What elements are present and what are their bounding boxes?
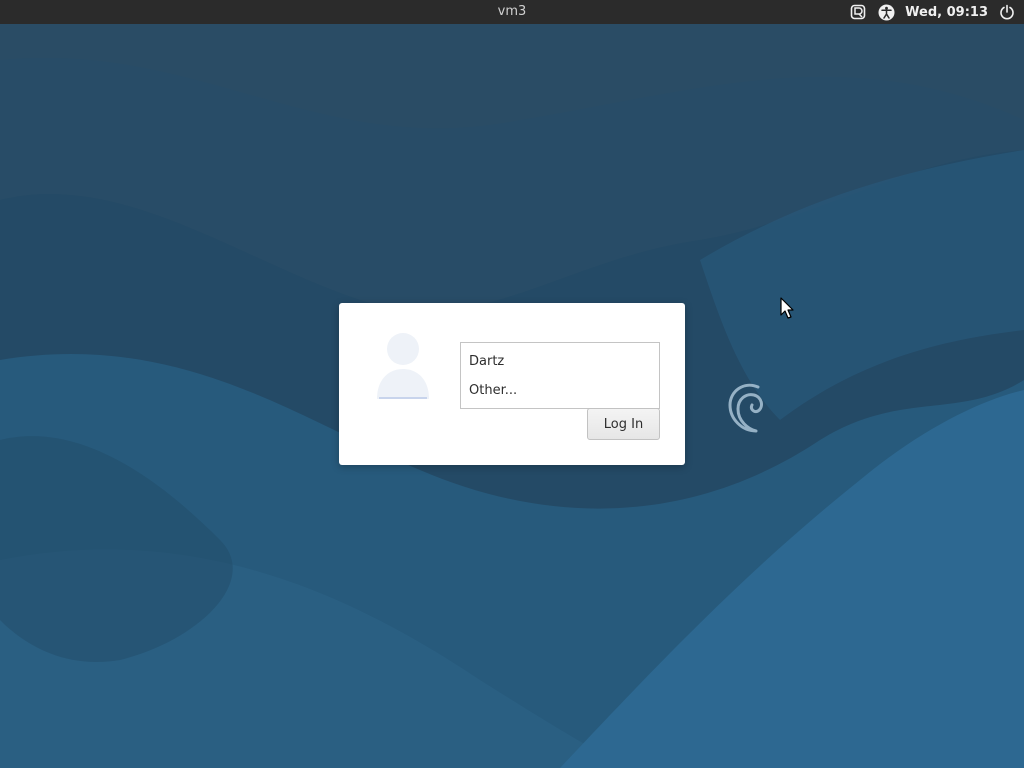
screen-recording-icon[interactable] [849, 3, 867, 21]
user-item-other[interactable]: Other... [461, 376, 659, 405]
user-item-dartz[interactable]: Dartz [461, 347, 659, 376]
user-list: Dartz Other... [460, 342, 660, 409]
desktop: vm3 Wed, 09:13 Dartz Other... Log In [0, 0, 1024, 768]
status-area: Wed, 09:13 [849, 0, 1016, 24]
clock[interactable]: Wed, 09:13 [905, 5, 988, 20]
user-avatar-icon [377, 333, 429, 399]
login-button[interactable]: Log In [587, 408, 660, 440]
accessibility-icon[interactable] [877, 3, 895, 21]
debian-swirl-logo [728, 383, 763, 433]
login-dialog: Dartz Other... Log In [339, 303, 685, 465]
power-icon[interactable] [998, 3, 1016, 21]
mouse-cursor-icon [780, 297, 794, 319]
top-bar: vm3 Wed, 09:13 [0, 0, 1024, 24]
